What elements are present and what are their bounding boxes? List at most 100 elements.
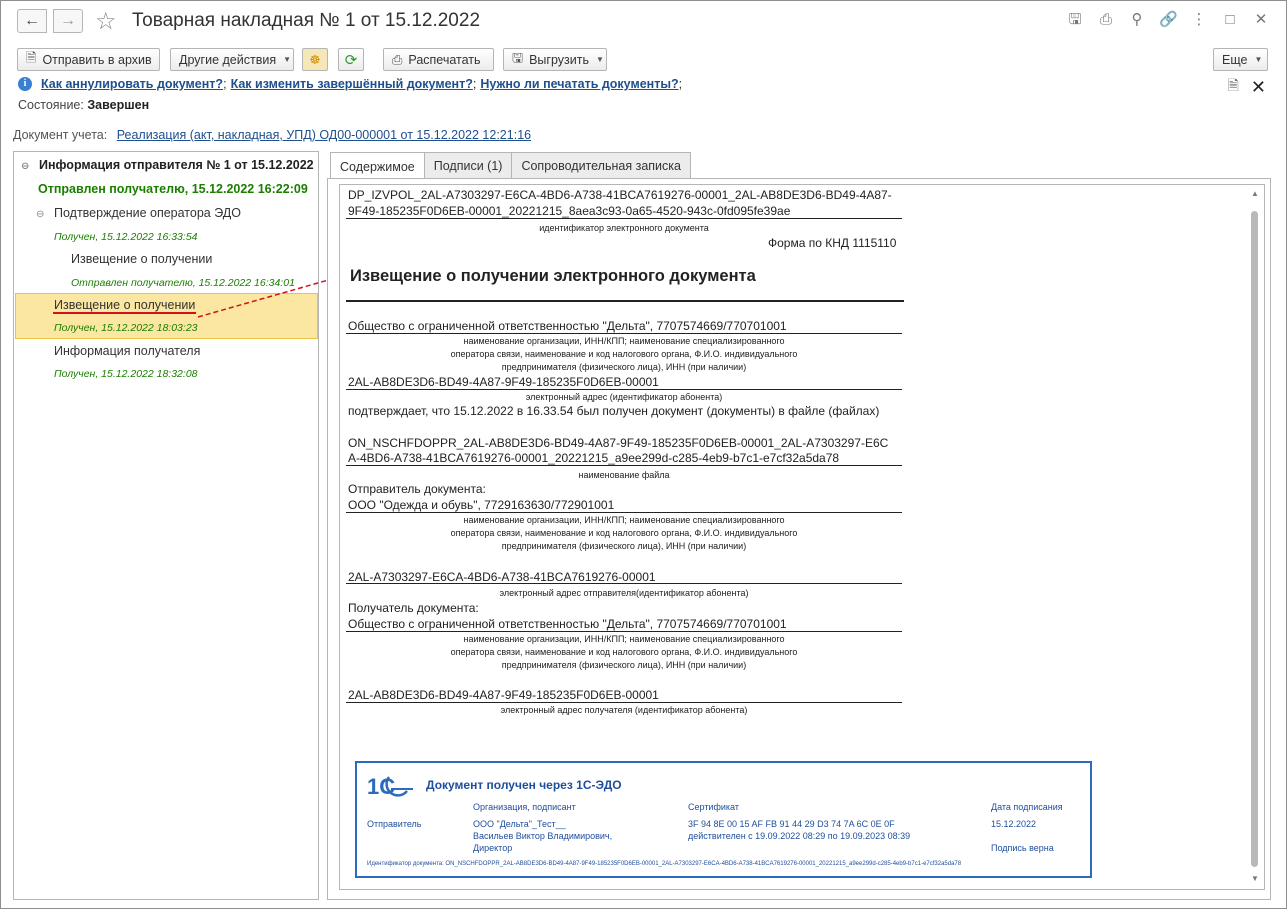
export-button[interactable]: 🖫 Выгрузить ▼ bbox=[503, 48, 607, 71]
document-view[interactable]: DP_IZVPOL_2AL-A7303297-E6CA-4BD6-A738-41… bbox=[339, 184, 1265, 890]
tab-content[interactable]: Содержимое bbox=[330, 152, 425, 180]
tree-status: Получен, 15.12.2022 18:03:23 bbox=[54, 322, 198, 334]
print-label: Распечатать bbox=[408, 52, 481, 67]
help-right-tools: 🗎 ✕ bbox=[1228, 75, 1266, 99]
state-row: Состояние: Завершен bbox=[18, 98, 149, 112]
structure-button[interactable]: ☸ bbox=[302, 48, 328, 71]
scroll-up-icon[interactable]: ▲ bbox=[1250, 189, 1260, 199]
recipient-label: Получатель документа: bbox=[348, 601, 479, 615]
underline bbox=[346, 333, 902, 334]
logo-text: 1С bbox=[367, 774, 395, 799]
refresh-button[interactable]: ⟳ bbox=[338, 48, 364, 71]
state-label: Состояние: bbox=[18, 98, 84, 112]
org1-caption-2: оператора связи, наименование и код нало… bbox=[450, 349, 798, 359]
printer-icon[interactable]: ⎙ bbox=[1097, 11, 1115, 29]
stamp-valid: действителен с 19.09.2022 08:29 по 19.09… bbox=[688, 831, 911, 841]
separator: ; bbox=[472, 77, 477, 91]
favorite-star-icon[interactable]: ☆ bbox=[95, 7, 117, 36]
scroll-down-icon[interactable]: ▼ bbox=[1250, 874, 1260, 884]
more-button[interactable]: Еще ▼ bbox=[1213, 48, 1268, 71]
tree-node-edo-confirm[interactable]: ⊖ Подтверждение оператора ЭДО bbox=[36, 206, 340, 220]
tab-cover-note[interactable]: Сопроводительная записка bbox=[511, 152, 691, 179]
sender-caption-2: оператора связи, наименование и код нало… bbox=[450, 528, 798, 538]
stamp-col-date: Дата подписания bbox=[991, 802, 1063, 812]
more-vertical-icon[interactable]: ⋮ bbox=[1190, 11, 1208, 29]
sender: ООО "Одежда и обувь", 7729163630/7729010… bbox=[348, 498, 615, 512]
stamp-sig-ok: Подпись верна bbox=[991, 843, 1054, 853]
close-window-icon[interactable]: ✕ bbox=[1252, 11, 1270, 29]
command-bar: 🗎 Отправить в архив Другие действия ▼ ☸ … bbox=[17, 48, 1269, 72]
tab-signatures[interactable]: Подписи (1) bbox=[423, 152, 513, 179]
info-icon: i bbox=[18, 77, 32, 91]
link-icon[interactable]: 🔗 bbox=[1159, 11, 1178, 29]
preview-icon[interactable]: ⚲ bbox=[1128, 11, 1146, 29]
help-link-annul[interactable]: Как аннулировать документ? bbox=[41, 77, 223, 91]
back-button[interactable]: ← bbox=[17, 9, 47, 33]
recipient-addr: 2AL-AB8DE3D6-BD49-4A87-9F49-185235F0D6EB… bbox=[348, 688, 659, 702]
save-icon[interactable]: 🖫 bbox=[1066, 11, 1084, 29]
document-icon[interactable]: 🗎 bbox=[1228, 75, 1239, 99]
tree-node-recipient-info[interactable]: Информация получателя bbox=[54, 344, 358, 358]
sender-addr-caption: электронный адрес отправителя(идентифика… bbox=[499, 588, 749, 598]
accounting-doc-row: Документ учета: Реализация (акт, накладн… bbox=[13, 128, 531, 142]
sender-label: Отправитель документа: bbox=[348, 482, 486, 496]
tree-node-sender-info[interactable]: ⊖ Информация отправителя № 1 от 15.12.202… bbox=[21, 158, 325, 172]
document-title: Извещение о получении электронного докум… bbox=[350, 267, 756, 285]
tree-status: Получен, 15.12.2022 18:32:08 bbox=[54, 368, 198, 380]
tab-bar: Содержимое Подписи (1) Сопроводительная … bbox=[330, 152, 691, 180]
tree-node-label: Информация отправителя № 1 от 15.12.2022 bbox=[39, 158, 314, 172]
other-actions-button[interactable]: Другие действия ▼ bbox=[170, 48, 294, 71]
recipient-caption-1: наименование организации, ИНН/КПП; наиме… bbox=[463, 634, 785, 644]
hierarchy-icon: ☸ bbox=[309, 53, 321, 67]
confirm-text: подтверждает, что 15.12.2022 в 16.33.54 … bbox=[348, 404, 880, 418]
dropdown-arrow-icon: ▼ bbox=[283, 55, 292, 64]
file-line2: A-4BD6-A738-41BCA7619276-00001_20221215_… bbox=[348, 451, 840, 465]
arrow-right-icon: → bbox=[60, 12, 76, 29]
recipient-addr-caption: электронный адрес получателя (идентифика… bbox=[500, 705, 748, 715]
collapse-icon[interactable]: ⊖ bbox=[36, 209, 46, 220]
help-link-print[interactable]: Нужно ли печатать документы? bbox=[480, 77, 678, 91]
refresh-icon: ⟳ bbox=[344, 51, 358, 69]
title-tools: 🖫 ⎙ ⚲ 🔗 ⋮ □ ✕ bbox=[1066, 11, 1270, 29]
scroll-thumb[interactable] bbox=[1251, 211, 1258, 867]
dropdown-arrow-icon: ▼ bbox=[1254, 55, 1263, 64]
underline bbox=[346, 702, 902, 703]
underline bbox=[346, 583, 902, 584]
title-rule bbox=[346, 300, 904, 302]
accounting-doc-link[interactable]: Реализация (акт, накладная, УПД) ОД00-00… bbox=[117, 128, 531, 142]
stamp-org: ООО "Дельта"_Тест__ bbox=[473, 819, 566, 829]
form-window: ← → ☆ Товарная накладная № 1 от 15.12.20… bbox=[0, 0, 1287, 909]
state-value: Завершен bbox=[87, 98, 150, 112]
help-links: i Как аннулировать документ?; Как измени… bbox=[18, 77, 686, 91]
forward-button[interactable]: → bbox=[53, 9, 83, 33]
sender-caption-3: предпринимателя (физического лица), ИНН … bbox=[501, 541, 747, 551]
underline bbox=[346, 389, 902, 390]
recipient-caption-3: предпринимателя (физического лица), ИНН … bbox=[501, 660, 747, 670]
recipient: Общество с ограниченной ответственностью… bbox=[348, 617, 787, 631]
other-actions-label: Другие действия bbox=[179, 52, 277, 67]
send-to-archive-button[interactable]: 🗎 Отправить в архив bbox=[17, 48, 160, 71]
org1-caption-3: предпринимателя (физического лица), ИНН … bbox=[501, 362, 747, 372]
accounting-doc-label: Документ учета: bbox=[13, 128, 108, 142]
underline bbox=[346, 465, 902, 466]
edo-signature-stamp: 1С Документ получен через 1С-ЭДО Организ… bbox=[355, 761, 1092, 878]
close-icon[interactable]: ✕ bbox=[1251, 77, 1266, 98]
form-knd: Форма по КНД 1115110 bbox=[768, 236, 897, 250]
vertical-scrollbar[interactable]: ▲ ▼ bbox=[1248, 187, 1262, 887]
send-to-archive-label: Отправить в архив bbox=[42, 52, 152, 67]
addr1-caption: электронный адрес (идентификатор абонент… bbox=[525, 392, 723, 402]
restore-icon[interactable]: □ bbox=[1221, 11, 1239, 29]
stamp-position: Директор bbox=[473, 843, 513, 853]
underline bbox=[346, 218, 902, 219]
separator: ; bbox=[223, 77, 227, 91]
print-button[interactable]: ⎙ Распечатать bbox=[383, 48, 494, 71]
collapse-icon[interactable]: ⊖ bbox=[21, 161, 31, 172]
stamp-col-cert: Сертификат bbox=[688, 802, 739, 812]
tree-status: Отправлен получателю, 15.12.2022 16:22:0… bbox=[38, 182, 308, 196]
help-link-change[interactable]: Как изменить завершённый документ? bbox=[231, 77, 473, 91]
window-title: Товарная накладная № 1 от 15.12.2022 bbox=[132, 10, 481, 31]
title-bar: ← → ☆ Товарная накладная № 1 от 15.12.20… bbox=[1, 1, 1286, 41]
stamp-signer: Васильев Виктор Владимирович, bbox=[473, 831, 613, 841]
archive-icon: 🗎 bbox=[26, 49, 37, 65]
org1-caption-1: наименование организации, ИНН/КПП; наиме… bbox=[463, 336, 785, 346]
